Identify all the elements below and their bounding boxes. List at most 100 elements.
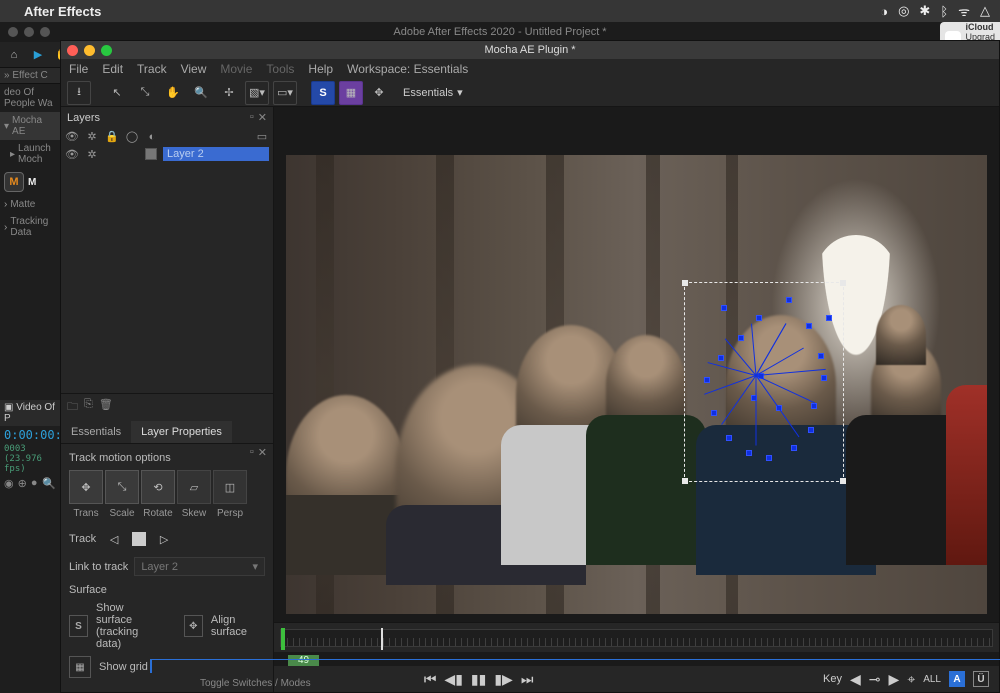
menu-tools[interactable]: Tools bbox=[266, 62, 294, 76]
pointer-tool-icon[interactable]: ↖ bbox=[105, 81, 129, 105]
all-keys-button[interactable]: ALL bbox=[923, 674, 941, 685]
show-planar-grid-button[interactable]: ▦ bbox=[339, 81, 363, 105]
minimize-icon[interactable] bbox=[84, 45, 95, 56]
align-surface-button[interactable]: ✥ bbox=[184, 615, 203, 637]
search-icon[interactable]: 🔍 bbox=[42, 477, 56, 490]
select-tool-icon[interactable]: ⤡ bbox=[133, 81, 157, 105]
duplicate-icon[interactable]: ⎘ bbox=[84, 398, 93, 417]
surface-corner[interactable] bbox=[840, 280, 846, 286]
viewer-canvas[interactable] bbox=[286, 155, 987, 614]
menu-movie[interactable]: Movie bbox=[220, 62, 252, 76]
layer-row[interactable]: 👁 ✲ Layer 2 bbox=[61, 145, 273, 163]
active-app-name[interactable]: After Effects bbox=[24, 4, 101, 19]
tracking-data-group[interactable]: ›Tracking Data bbox=[0, 213, 60, 241]
translation-button[interactable]: ✥ bbox=[69, 470, 103, 504]
track-stop-button[interactable] bbox=[132, 532, 146, 546]
uberkey-u-button[interactable]: Ü bbox=[973, 671, 989, 687]
add-key-button[interactable]: ⊸ bbox=[869, 671, 881, 688]
tab-essentials[interactable]: Essentials bbox=[61, 421, 131, 443]
status-icon[interactable]: △ bbox=[980, 3, 990, 19]
status-icon[interactable]: ◎ bbox=[898, 3, 909, 19]
timeline-icon[interactable]: ● bbox=[31, 477, 38, 490]
perspective-button[interactable]: ◫ bbox=[213, 470, 247, 504]
track-forward-button[interactable]: ▷ bbox=[154, 529, 174, 549]
close-icon[interactable] bbox=[67, 45, 78, 56]
align-surface-tool-icon[interactable]: ✥ bbox=[367, 81, 391, 105]
menu-file[interactable]: File bbox=[69, 62, 88, 76]
prev-key-button[interactable]: ◀ bbox=[850, 671, 861, 688]
matte-col-icon[interactable]: ◐ bbox=[145, 131, 159, 143]
menu-help[interactable]: Help bbox=[308, 62, 333, 76]
launch-mocha-button[interactable]: ▸ Launch Moch bbox=[0, 140, 60, 168]
status-icon[interactable]: ◑ bbox=[880, 4, 888, 19]
mocha-traffic-lights[interactable] bbox=[67, 45, 112, 56]
next-key-button[interactable]: ▶ bbox=[889, 671, 900, 688]
skew-button[interactable]: ▱ bbox=[177, 470, 211, 504]
lock-icon[interactable]: 🔒 bbox=[105, 130, 119, 143]
scale-button[interactable]: ⤡ bbox=[105, 470, 139, 504]
hand-tool-icon[interactable]: ✋ bbox=[161, 81, 185, 105]
uberkey-a-button[interactable]: A bbox=[949, 671, 965, 687]
wifi-icon[interactable]: ᯤ bbox=[958, 2, 970, 20]
matte-group[interactable]: ›Matte bbox=[0, 196, 60, 213]
show-planar-surface-button[interactable]: S bbox=[311, 81, 335, 105]
close-icon[interactable]: ✕ bbox=[258, 111, 267, 124]
track-backward-button[interactable]: ◁ bbox=[104, 529, 124, 549]
current-timecode[interactable]: 0:00:00:03 bbox=[0, 426, 60, 444]
rotate-button[interactable]: ⟲ bbox=[141, 470, 175, 504]
cog-icon[interactable]: ✲ bbox=[85, 148, 99, 161]
toggle-switches-modes[interactable]: Toggle Switches / Modes bbox=[200, 678, 311, 689]
ae-playhead[interactable] bbox=[150, 659, 152, 673]
autokey-button[interactable]: ⌖ bbox=[907, 671, 915, 688]
mocha-ae-effect[interactable]: ▾ Mocha AE bbox=[0, 112, 60, 140]
menu-view[interactable]: View bbox=[181, 62, 207, 76]
ae-traffic-lights[interactable] bbox=[8, 27, 50, 37]
visibility-icon[interactable]: 👁 bbox=[65, 148, 79, 161]
new-group-icon[interactable]: 🗀 bbox=[67, 398, 78, 417]
project-item[interactable]: deo Of People Wa bbox=[0, 84, 60, 112]
playhead[interactable] bbox=[381, 628, 383, 650]
close-icon[interactable]: ✕ bbox=[258, 446, 267, 459]
menu-track[interactable]: Track bbox=[137, 62, 167, 76]
go-to-start-button[interactable]: ⏮ bbox=[424, 671, 437, 688]
show-surface-button[interactable]: S bbox=[69, 615, 88, 637]
visibility-icon[interactable]: 👁 bbox=[65, 130, 79, 143]
layers-panel-header[interactable]: Layers ▫✕ bbox=[61, 107, 273, 128]
trash-icon[interactable]: 🗑 bbox=[99, 398, 113, 417]
stop-button[interactable]: ▮▮ bbox=[471, 671, 486, 688]
layer-color-swatch[interactable] bbox=[145, 148, 157, 160]
timeline-ruler[interactable] bbox=[280, 629, 993, 647]
step-forward-button[interactable]: ▮▶ bbox=[494, 671, 512, 688]
add-point-tool-icon[interactable]: ✢ bbox=[217, 81, 241, 105]
spline-col-icon[interactable]: ◯ bbox=[125, 130, 139, 143]
menu-workspace[interactable]: Workspace: Essentials bbox=[347, 62, 468, 76]
mocha-timeline[interactable] bbox=[274, 622, 999, 652]
maximize-icon[interactable] bbox=[101, 45, 112, 56]
surface-corner[interactable] bbox=[682, 478, 688, 484]
home-icon[interactable]: ⌂ bbox=[6, 47, 22, 63]
undock-icon[interactable]: ▫ bbox=[250, 446, 254, 459]
workspace-dropdown[interactable]: Essentials▾ bbox=[403, 86, 463, 99]
show-grid-button[interactable]: ▦ bbox=[69, 656, 91, 678]
save-button[interactable]: ⭳ bbox=[67, 81, 91, 105]
undock-icon[interactable]: ▫ bbox=[250, 111, 254, 124]
surface-corner[interactable] bbox=[840, 478, 846, 484]
ae-timeline-track[interactable] bbox=[150, 659, 1000, 673]
tab-layer-properties[interactable]: Layer Properties bbox=[131, 421, 232, 443]
bluetooth-icon[interactable]: ᛒ bbox=[940, 4, 948, 19]
layer-name[interactable]: Layer 2 bbox=[163, 147, 269, 161]
step-back-button[interactable]: ◀▮ bbox=[444, 671, 462, 688]
timeline-icon[interactable]: ⊕ bbox=[18, 477, 27, 490]
timeline-icon[interactable]: ◉ bbox=[4, 477, 14, 490]
menu-edit[interactable]: Edit bbox=[102, 62, 123, 76]
go-to-end-button[interactable]: ⏭ bbox=[521, 671, 534, 688]
timeline-tab[interactable]: ▣ Video Of P bbox=[0, 400, 60, 426]
rectangle-tool-icon[interactable]: ▭▾ bbox=[273, 81, 297, 105]
zoom-tool-icon[interactable]: 🔍 bbox=[189, 81, 213, 105]
layer-opts-icon[interactable]: ▭ bbox=[255, 130, 269, 143]
surface-corner[interactable] bbox=[682, 280, 688, 286]
effect-controls-tab[interactable]: » Effect C bbox=[0, 68, 60, 84]
link-to-track-dropdown[interactable]: Layer 2 ▾ bbox=[134, 557, 265, 576]
selection-tool-icon[interactable]: ▶ bbox=[30, 47, 46, 63]
status-icon[interactable]: ✱ bbox=[919, 3, 930, 19]
